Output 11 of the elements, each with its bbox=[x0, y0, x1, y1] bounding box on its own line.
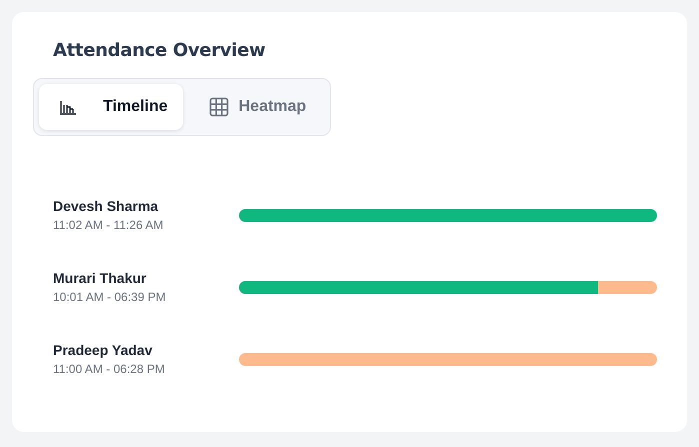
employee-name: Devesh Sharma bbox=[53, 198, 160, 214]
time-range: 11:02 AM - 11:26 AM bbox=[53, 218, 164, 232]
card-title: Attendance Overview bbox=[53, 40, 266, 61]
view-tab[interactable]: Timeline bbox=[39, 84, 183, 130]
grid-icon bbox=[208, 97, 229, 117]
view-tab[interactable]: Heatmap bbox=[182, 84, 324, 130]
bar-chart-icon bbox=[59, 99, 77, 115]
time-range: 11:00 AM - 06:28 PM bbox=[53, 362, 166, 376]
time-range: 10:01 AM - 06:39 PM bbox=[53, 290, 167, 304]
employee-name: Murari Thakur bbox=[53, 270, 148, 286]
employee-name: Pradeep Yadav bbox=[53, 342, 154, 358]
